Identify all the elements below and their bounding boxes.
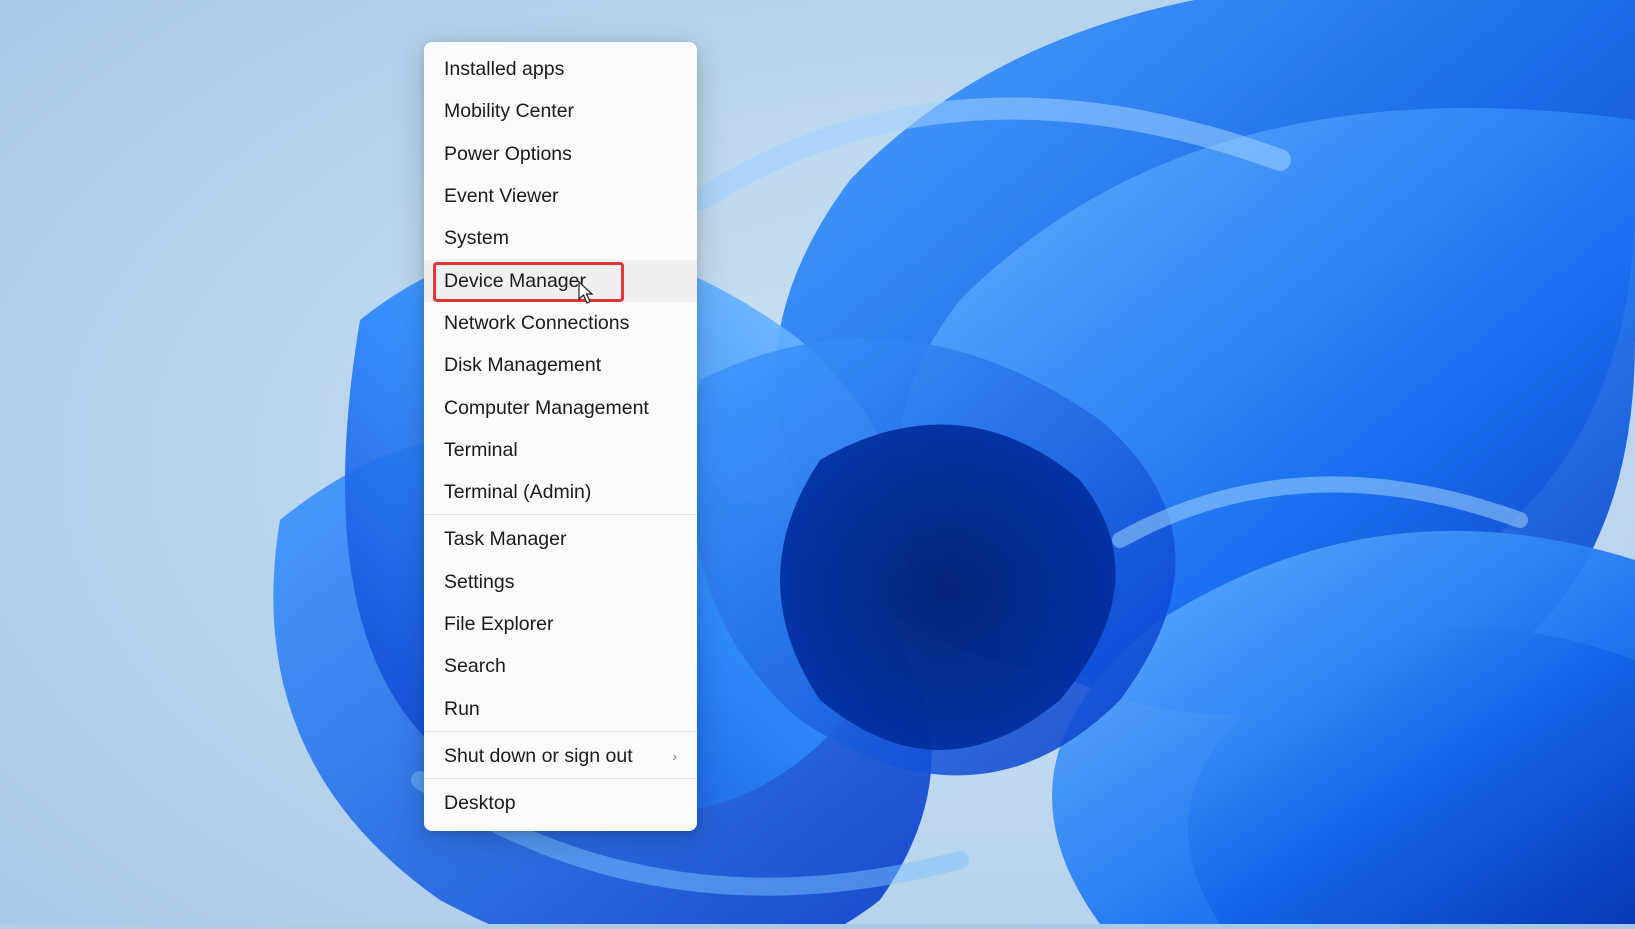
menu-item-network-connections[interactable]: Network Connections <box>424 302 697 344</box>
chevron-right-icon: › <box>672 747 677 766</box>
menu-item-label: Event Viewer <box>444 183 677 209</box>
menu-item-label: Power Options <box>444 141 677 167</box>
menu-item-mobility-center[interactable]: Mobility Center <box>424 90 697 132</box>
menu-item-event-viewer[interactable]: Event Viewer <box>424 175 697 217</box>
menu-item-search[interactable]: Search <box>424 645 697 687</box>
menu-item-power-options[interactable]: Power Options <box>424 133 697 175</box>
menu-item-run[interactable]: Run <box>424 688 697 732</box>
menu-item-settings[interactable]: Settings <box>424 561 697 603</box>
menu-item-label: Disk Management <box>444 352 677 378</box>
menu-item-label: Computer Management <box>444 395 677 421</box>
menu-item-terminal-admin[interactable]: Terminal (Admin) <box>424 471 697 515</box>
menu-item-label: File Explorer <box>444 611 677 637</box>
menu-item-shut-down-or-sign-out[interactable]: Shut down or sign out › <box>424 735 697 779</box>
menu-item-label: Settings <box>444 569 677 595</box>
menu-item-label: Desktop <box>444 790 677 816</box>
menu-item-device-manager[interactable]: Device Manager <box>424 260 697 302</box>
menu-item-desktop[interactable]: Desktop <box>424 782 697 824</box>
menu-item-label: Installed apps <box>444 56 677 82</box>
menu-item-label: Search <box>444 653 677 679</box>
menu-item-label: Terminal (Admin) <box>444 479 677 505</box>
menu-item-label: Device Manager <box>444 268 677 294</box>
menu-item-file-explorer[interactable]: File Explorer <box>424 603 697 645</box>
menu-item-label: Mobility Center <box>444 98 677 124</box>
winx-context-menu: Installed apps Mobility Center Power Opt… <box>424 42 697 831</box>
menu-item-label: Shut down or sign out <box>444 743 660 769</box>
menu-item-task-manager[interactable]: Task Manager <box>424 518 697 560</box>
menu-item-label: Run <box>444 696 677 722</box>
menu-item-label: Terminal <box>444 437 677 463</box>
wallpaper-windows-bloom <box>0 0 1635 924</box>
menu-item-disk-management[interactable]: Disk Management <box>424 344 697 386</box>
menu-item-terminal[interactable]: Terminal <box>424 429 697 471</box>
menu-item-installed-apps[interactable]: Installed apps <box>424 48 697 90</box>
menu-item-computer-management[interactable]: Computer Management <box>424 387 697 429</box>
menu-item-label: Task Manager <box>444 526 677 552</box>
menu-item-label: System <box>444 225 677 251</box>
menu-item-label: Network Connections <box>444 310 677 336</box>
menu-item-system[interactable]: System <box>424 217 697 259</box>
